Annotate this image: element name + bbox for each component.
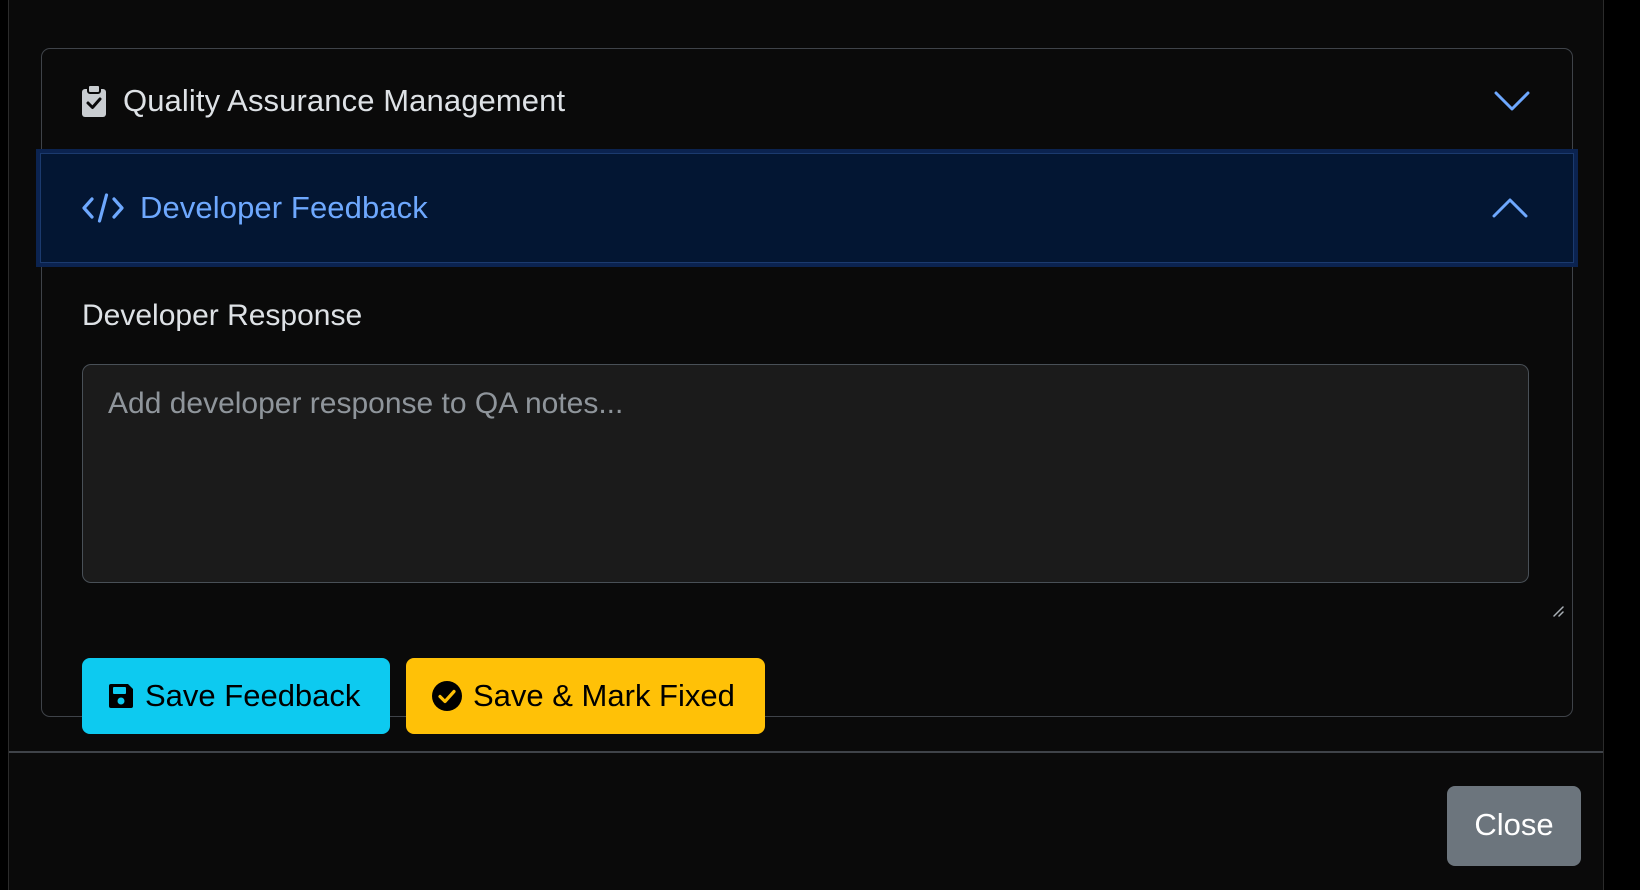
modal-footer-divider <box>9 751 1603 753</box>
chevron-down-icon <box>1494 90 1530 112</box>
close-button[interactable]: Close <box>1447 786 1581 866</box>
modal-dialog: Quality Assurance Management Developer F… <box>8 0 1604 890</box>
resize-handle-icon[interactable] <box>1550 603 1564 617</box>
save-icon <box>107 682 135 710</box>
chevron-up-icon <box>1492 197 1528 219</box>
accordion-title-qa: Quality Assurance Management <box>123 83 566 118</box>
developer-response-textarea[interactable] <box>82 364 1529 583</box>
check-circle-icon <box>431 680 463 712</box>
accordion-header-qa[interactable]: Quality Assurance Management <box>42 49 1572 153</box>
accordion-title-developer: Developer Feedback <box>140 190 428 225</box>
save-mark-fixed-label: Save & Mark Fixed <box>473 678 735 713</box>
save-mark-fixed-button[interactable]: Save & Mark Fixed <box>406 658 765 734</box>
accordion: Quality Assurance Management Developer F… <box>36 48 1578 734</box>
save-feedback-label: Save Feedback <box>145 678 361 713</box>
accordion-header-developer[interactable]: Developer Feedback <box>36 149 1578 267</box>
accordion-body-developer: Developer Response Save Feedback <box>42 267 1572 734</box>
code-slash-icon <box>82 193 124 223</box>
save-feedback-button[interactable]: Save Feedback <box>82 658 390 734</box>
developer-response-label: Developer Response <box>82 299 363 332</box>
clipboard-check-icon <box>82 85 106 117</box>
